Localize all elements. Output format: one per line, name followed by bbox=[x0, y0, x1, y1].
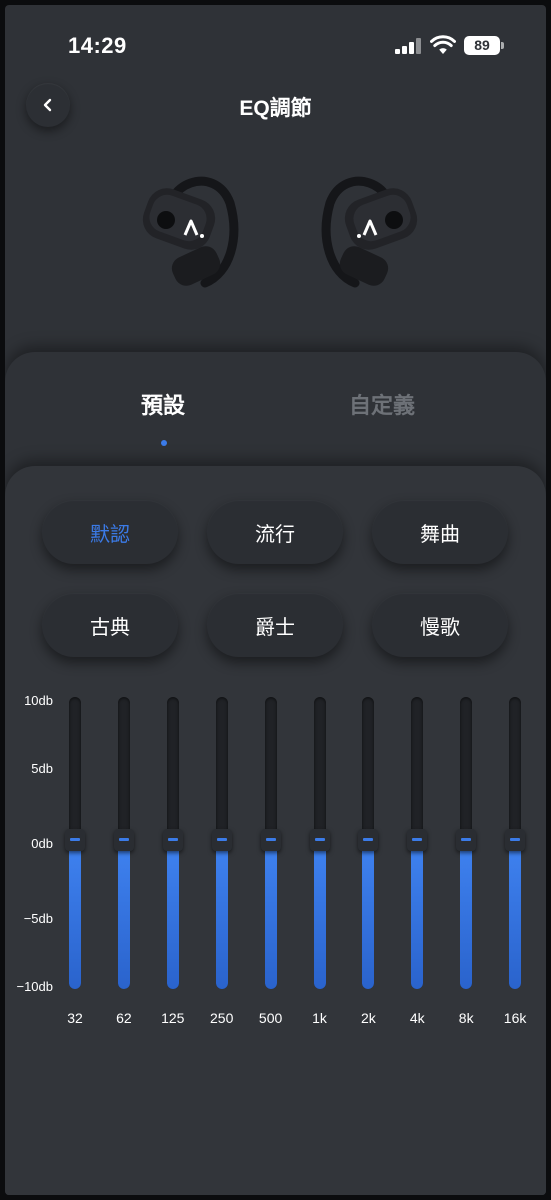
db-label: 0db bbox=[31, 836, 53, 851]
status-time: 14:29 bbox=[68, 33, 127, 58]
eq-slider-thumb[interactable] bbox=[407, 829, 428, 851]
eq-slider-fill bbox=[166, 843, 179, 989]
eq-slider-fill bbox=[411, 843, 424, 989]
active-tab-indicator bbox=[161, 440, 167, 446]
eq-slider-thumb[interactable] bbox=[260, 829, 281, 851]
eq-freq-label: 250 bbox=[210, 1010, 234, 1026]
battery-icon: 89 bbox=[464, 36, 504, 55]
wifi-icon bbox=[430, 35, 456, 54]
eq-slider-thumb[interactable] bbox=[358, 829, 379, 851]
eq-slider-thumb[interactable] bbox=[211, 829, 232, 851]
eq-freq-label: 32 bbox=[67, 1010, 83, 1026]
preset-classical-button[interactable]: 古典 bbox=[42, 593, 178, 657]
eq-freq-label: 4k bbox=[409, 1010, 425, 1026]
eq-freq-label: 2k bbox=[360, 1010, 376, 1026]
eq-slider-thumb[interactable] bbox=[113, 829, 134, 851]
eq-freq-label: 125 bbox=[161, 1010, 185, 1026]
eq-freq-label: 500 bbox=[258, 1010, 283, 1026]
status-bar: 14:29 89 bbox=[5, 5, 546, 85]
db-label: 10db bbox=[24, 693, 53, 708]
eq-slider-thumb[interactable] bbox=[162, 829, 183, 851]
db-label: −5db bbox=[23, 911, 53, 926]
eq-slider-fill bbox=[117, 843, 130, 989]
eq-slider-thumb[interactable] bbox=[456, 829, 477, 851]
eq-slider-thumb[interactable] bbox=[309, 829, 330, 851]
eq-slider-fill bbox=[313, 843, 326, 989]
tab-preset[interactable]: 預設 bbox=[141, 388, 185, 420]
preset-ballad-button[interactable]: 慢歌 bbox=[372, 593, 508, 657]
eq-slider-fill bbox=[362, 843, 375, 989]
earbuds-image bbox=[142, 176, 418, 288]
eq-slider-fill bbox=[509, 843, 522, 989]
preset-pop-button[interactable]: 流行 bbox=[207, 500, 343, 564]
eq-freq-label: 16k bbox=[503, 1010, 527, 1026]
page-title: EQ調節 bbox=[239, 97, 312, 120]
eq-freq-label: 1k bbox=[312, 1010, 327, 1026]
eq-slider-thumb[interactable] bbox=[505, 829, 526, 851]
tab-custom[interactable]: 自定義 bbox=[349, 388, 415, 420]
preset-default-button[interactable]: 默認 bbox=[42, 500, 178, 564]
db-label: 5db bbox=[31, 761, 53, 776]
eq-freq-label: 8k bbox=[458, 1010, 474, 1026]
eq-slider-fill bbox=[215, 843, 228, 989]
eq-slider-fill bbox=[69, 843, 81, 989]
eq-slider-fill bbox=[460, 843, 473, 989]
battery-level: 89 bbox=[464, 36, 500, 55]
eq-slider-fill bbox=[264, 843, 277, 989]
db-label: −10db bbox=[16, 979, 53, 994]
preset-jazz-button[interactable]: 爵士 bbox=[207, 593, 343, 657]
cellular-signal-icon bbox=[395, 38, 423, 54]
eq-freq-label: 62 bbox=[116, 1010, 132, 1026]
eq-slider-thumb[interactable] bbox=[65, 829, 85, 851]
preset-dance-button[interactable]: 舞曲 bbox=[372, 500, 508, 564]
app-screen: 14:29 89 EQ調節 預設 自定義 默認 流行 舞曲 古典 爵士 慢歌 1… bbox=[5, 5, 546, 1195]
